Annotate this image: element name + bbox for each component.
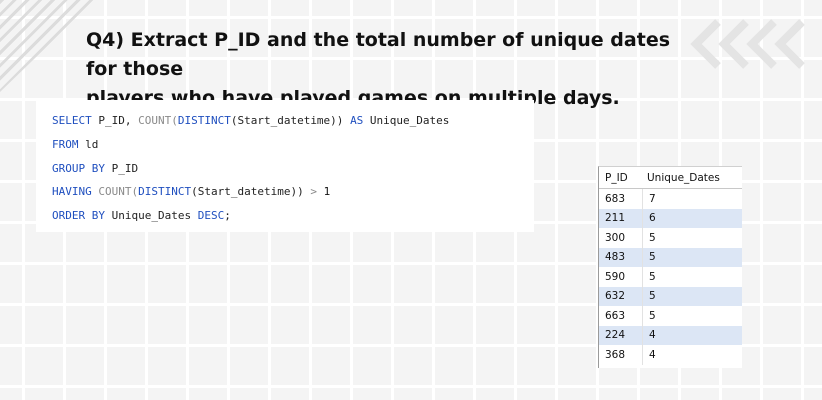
cell-p-id[interactable]: 590 <box>599 267 643 287</box>
sql-line-select: SELECT P_ID, COUNT(DISTINCT(Start_dateti… <box>52 114 449 127</box>
cell-p-id[interactable]: 483 <box>599 247 643 267</box>
chevrons-left-icon <box>690 19 805 69</box>
cell-p-id[interactable]: 224 <box>599 325 643 345</box>
sql-text: P_ID <box>104 162 139 175</box>
sql-line-having: HAVING COUNT(DISTINCT(Start_datetime)) >… <box>52 185 330 198</box>
sql-keyword: DISTINCT <box>177 114 231 127</box>
sql-keyword: GROUP BY <box>52 162 105 175</box>
sql-keyword: DESC <box>197 209 225 222</box>
sql-text: Unique_Dates <box>104 209 198 222</box>
sql-text: (Start_datetime)) <box>191 185 311 198</box>
column-header-unique-dates[interactable]: Unique_Dates <box>643 172 742 184</box>
sql-text: ; <box>224 209 231 222</box>
sql-operator: > <box>310 185 317 198</box>
sql-text: (Start_datetime)) <box>230 114 351 127</box>
sql-keyword: HAVING <box>52 185 92 198</box>
results-body: 683 7 211 6 300 5 483 5 590 5 632 5 663 5 224 4 368 4 <box>599 189 742 365</box>
sql-paren: ( <box>171 114 178 127</box>
results-grid[interactable]: P_ID Unique_Dates 683 7 211 6 300 5 483 5 590 5 63… <box>598 166 742 368</box>
sql-keyword: SELECT <box>52 114 92 127</box>
sql-keyword: DISTINCT <box>138 185 192 198</box>
table-row[interactable]: 300 5 <box>599 228 742 248</box>
table-row[interactable]: 483 5 <box>599 247 742 267</box>
cell-unique-dates[interactable]: 6 <box>643 212 742 224</box>
table-row[interactable]: 632 5 <box>599 286 742 306</box>
cell-p-id[interactable]: 211 <box>599 208 643 228</box>
cell-unique-dates[interactable]: 5 <box>643 290 742 302</box>
cell-unique-dates[interactable]: 5 <box>643 232 742 244</box>
cell-unique-dates[interactable]: 4 <box>643 349 742 361</box>
sql-line-from: FROM ld <box>52 138 98 151</box>
cell-p-id[interactable]: 683 <box>599 189 643 209</box>
column-header-p-id[interactable]: P_ID <box>599 172 643 184</box>
cell-unique-dates[interactable]: 4 <box>643 329 742 341</box>
cell-unique-dates[interactable]: 5 <box>643 271 742 283</box>
cell-p-id[interactable]: 663 <box>599 306 643 326</box>
cell-p-id[interactable]: 300 <box>599 228 643 248</box>
sql-function: COUNT <box>98 185 132 198</box>
cell-unique-dates[interactable]: 5 <box>643 251 742 263</box>
sql-keyword: AS <box>350 114 364 127</box>
table-row[interactable]: 590 5 <box>599 267 742 287</box>
cell-unique-dates[interactable]: 7 <box>643 193 742 205</box>
sql-line-group-by: GROUP BY P_ID <box>52 162 138 175</box>
sql-code-panel: SELECT P_ID, COUNT(DISTINCT(Start_dateti… <box>36 100 534 232</box>
decorative-stripes <box>0 0 95 92</box>
table-row[interactable]: 211 6 <box>599 208 742 228</box>
table-row[interactable]: 368 4 <box>599 345 742 365</box>
sql-keyword: FROM <box>52 138 79 151</box>
question-line-1: Q4) Extract P_ID and the total number of… <box>86 29 671 80</box>
results-header-row: P_ID Unique_Dates <box>599 167 742 189</box>
cell-p-id[interactable]: 368 <box>599 345 643 365</box>
sql-function: COUNT <box>138 114 172 127</box>
sql-keyword: ORDER BY <box>52 209 105 222</box>
sql-text: Unique_Dates <box>363 114 450 127</box>
sql-number: 1 <box>323 185 331 198</box>
sql-text: ld <box>78 138 99 151</box>
cell-p-id[interactable]: 632 <box>599 286 643 306</box>
table-row[interactable]: 663 5 <box>599 306 742 326</box>
sql-text: P_ID, <box>91 114 139 127</box>
table-row[interactable]: 224 4 <box>599 325 742 345</box>
table-row[interactable]: 683 7 <box>599 189 742 209</box>
cell-unique-dates[interactable]: 5 <box>643 310 742 322</box>
sql-line-order-by: ORDER BY Unique_Dates DESC; <box>52 209 231 222</box>
